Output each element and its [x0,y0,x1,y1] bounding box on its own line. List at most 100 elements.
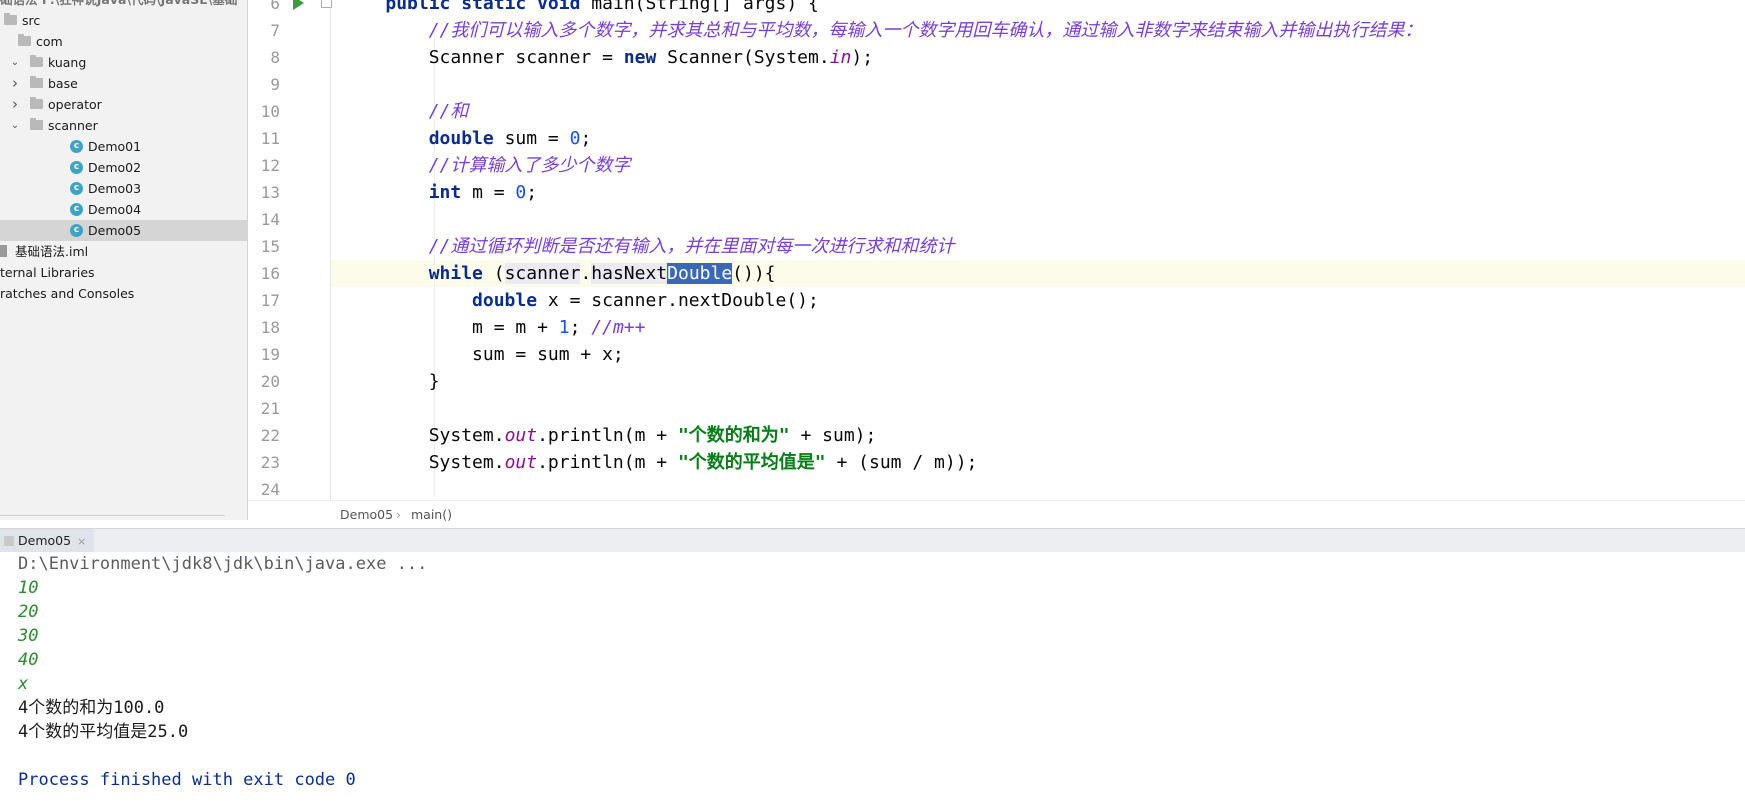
chevron-down-icon[interactable]: ⌄ [10,52,20,73]
code-token: while [428,263,494,284]
tree-item-ternal-libraries[interactable]: ternal Libraries [0,262,247,283]
breadcrumb-method[interactable]: main() [411,501,452,529]
project-tree-panel: 础语法 F:\狂神说Java\代码\JavaSE\基础 src com ⌄ kuang… [0,0,248,520]
tree-item-label: Demo05 [88,223,142,238]
line-number: 24 [260,480,280,499]
code-token: Scanner scanner = [342,47,624,68]
folder-icon [4,13,17,25]
tree-item-label: Demo03 [88,181,142,196]
line-number: 14 [260,210,280,229]
console-line: 10 [18,578,39,598]
tree-item-kuang[interactable]: ⌄ kuang [0,52,247,73]
module-file-icon [0,245,7,257]
run-gutter-icon[interactable] [293,0,304,10]
code-token: out [504,452,538,473]
tree-item-demo02[interactable]: c Demo02 [0,157,247,178]
fold-marker-icon[interactable] [321,0,332,8]
code-token: //和 [428,101,469,122]
code-token: ()){ [732,263,776,284]
tree-item-iml[interactable]: 基础语法.iml [0,241,247,262]
line-number: 19 [260,345,280,364]
tree-item-base[interactable]: › base [0,73,247,94]
console-line: 40 [18,650,39,670]
code-line[interactable]: } [342,368,440,395]
run-console[interactable]: D:\Environment\jdk8\jdk\bin\java.exe ...… [0,552,1745,803]
tree-item-demo01[interactable]: c Demo01 [0,136,247,157]
code-line[interactable]: //我们可以输入多个数字，并求其总和与平均数，每输入一个数字用回车确认，通过输入… [342,17,1423,44]
chevron-down-icon[interactable]: ⌄ [10,115,20,136]
divider [0,515,225,516]
tree-item-label: Demo04 [88,202,142,217]
code-token: m = [472,182,516,203]
tree-item-ratches-and-consoles[interactable]: ratches and Consoles [0,283,247,304]
chevron-right-icon[interactable]: › [10,94,20,115]
code-token: 0 [515,182,527,203]
breadcrumb-class[interactable]: Demo05 [340,501,393,529]
console-line: 30 [18,626,39,646]
code-token: + sum); [789,425,877,446]
code-line[interactable]: double x = scanner.nextDouble(); [342,287,819,314]
code-token: //通过循环判断是否还有输入，并在里面对每一次进行求和和统计 [428,236,955,257]
tree-item-label: 基础语法.iml [15,244,89,259]
code-line[interactable]: //计算输入了多少个数字 [342,152,631,179]
code-token: out [504,425,538,446]
line-number: 17 [260,291,280,310]
code-line[interactable]: System.out.println(m + "个数的平均值是" + (sum … [342,449,978,476]
tree-item-demo05[interactable]: c Demo05 [0,220,247,241]
line-number: 11 [260,129,280,148]
code-line[interactable]: //通过循环判断是否还有输入，并在里面对每一次进行求和和统计 [342,233,955,260]
code-token: in [829,47,852,68]
run-tab-demo05[interactable]: Demo05 × [0,529,95,552]
tree-item-label: scanner [48,118,98,133]
tree-item-src[interactable]: src [0,10,247,31]
tree-item-scanner[interactable]: ⌄ scanner [0,115,247,136]
chevron-right-icon[interactable]: › [10,73,20,94]
code-token: System. [342,452,505,473]
line-number: 23 [260,453,280,472]
line-number: 6 [270,0,280,13]
code-token: ; [526,182,538,203]
code-token: m = m + [342,317,559,338]
code-token: .println(m + [537,452,678,473]
code-line[interactable]: m = m + 1; //m++ [342,314,645,341]
tree-item-demo04[interactable]: c Demo04 [0,199,247,220]
code-token: ); [851,47,874,68]
code-token: //我们可以输入多个数字，并求其总和与平均数，每输入一个数字用回车确认，通过输入… [428,20,1423,41]
console-line: 20 [18,602,39,622]
code-token: ; [569,317,592,338]
code-token: System. [342,425,505,446]
code-line[interactable]: double sum = 0; [342,125,592,152]
code-token: x = scanner.nextDouble(); [547,290,819,311]
breadcrumb: Demo05 › main() [248,500,1745,529]
code-line[interactable]: System.out.println(m + "个数的和为" + sum); [342,422,877,449]
console-line: x [18,674,29,694]
line-number: 16 [260,264,280,283]
line-number: 7 [270,21,280,40]
code-line[interactable]: Scanner scanner = new Scanner(System.in)… [342,44,873,71]
code-token: hasNext [591,263,668,284]
code-line[interactable]: while (scanner.hasNextDouble()){ [342,260,776,287]
tree-item-label: ratches and Consoles [0,286,135,301]
tree-item-com[interactable]: com [0,31,247,52]
code-token: //m++ [591,317,646,338]
code-line[interactable]: public static void main(String[] args) { [342,0,818,17]
code-line[interactable]: sum = sum + x; [342,341,624,368]
code-line[interactable]: int m = 0; [342,179,537,206]
tree-item-operator[interactable]: › operator [0,94,247,115]
code-token: double [428,128,505,149]
code-line[interactable]: //和 [342,98,469,125]
code-token: } [342,371,440,392]
tree-item-demo03[interactable]: c Demo03 [0,178,247,199]
code-token: "个数的和为" [677,425,790,446]
folder-icon [18,34,31,46]
line-number: 21 [260,399,280,418]
code-token: double [472,290,548,311]
close-icon[interactable]: × [77,535,86,548]
tree-item-label: kuang [48,55,87,70]
java-class-icon: c [70,203,83,216]
